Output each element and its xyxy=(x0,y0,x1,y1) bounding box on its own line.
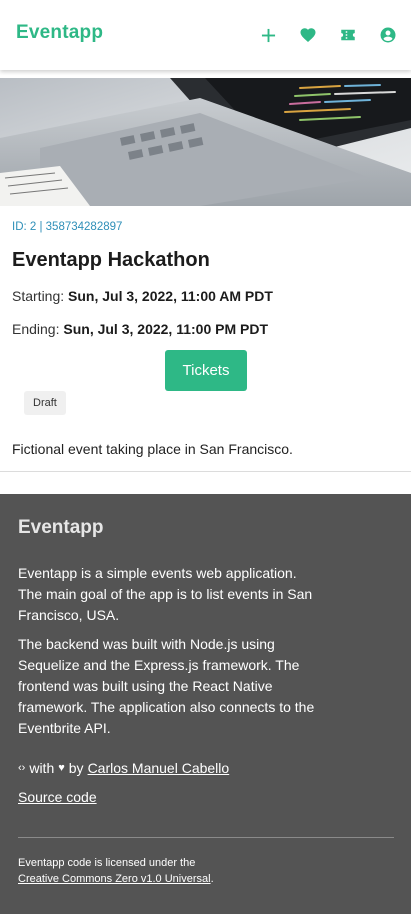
start-value: Sun, Jul 3, 2022, 11:00 AM PDT xyxy=(68,288,273,304)
heart-small-icon: ♥ xyxy=(58,762,65,774)
footer-credit: ‹› with ♥ by Carlos Manuel Cabello xyxy=(18,760,229,776)
event-meta: ID: 2 | 358734282897 xyxy=(12,221,123,233)
heart-icon[interactable] xyxy=(297,24,319,46)
account-icon[interactable] xyxy=(377,24,399,46)
credit-by: by xyxy=(68,760,84,776)
code-icon: ‹› xyxy=(18,762,26,774)
event-start: Starting: Sun, Jul 3, 2022, 11:00 AM PDT xyxy=(12,288,273,304)
event-card: ID: 2 | 358734282897 Eventapp Hackathon … xyxy=(0,206,411,472)
end-value: Sun, Jul 3, 2022, 11:00 PM PDT xyxy=(63,321,269,337)
footer-brand: Eventapp xyxy=(18,517,104,538)
event-title: Eventapp Hackathon xyxy=(12,249,210,271)
license-notice: Eventapp code is licensed under the Crea… xyxy=(18,855,214,887)
license-link[interactable]: Creative Commons Zero v1.0 Universal xyxy=(18,873,211,885)
event-image xyxy=(0,78,411,206)
footer: Eventapp Eventapp is a simple events web… xyxy=(0,494,411,914)
end-label: Ending: xyxy=(12,321,60,337)
tickets-button[interactable]: Tickets xyxy=(165,350,247,391)
source-code: Source code xyxy=(18,789,97,805)
app-brand[interactable]: Eventapp xyxy=(16,22,103,44)
source-code-link[interactable]: Source code xyxy=(18,789,97,805)
add-icon[interactable] xyxy=(257,24,279,46)
ticket-icon[interactable] xyxy=(337,24,359,46)
author-link[interactable]: Carlos Manuel Cabello xyxy=(88,760,230,776)
app-header: Eventapp xyxy=(0,0,411,70)
footer-tech: The backend was built with Node.js using… xyxy=(18,636,315,736)
event-description: Fictional event taking place in San Fran… xyxy=(12,441,293,457)
footer-divider xyxy=(18,837,394,838)
license-text: Eventapp code is licensed under the xyxy=(18,857,196,869)
event-end: Ending: Sun, Jul 3, 2022, 11:00 PM PDT xyxy=(12,321,268,337)
status-badge: Draft xyxy=(24,391,66,415)
license-period: . xyxy=(210,873,214,885)
start-label: Starting: xyxy=(12,288,65,304)
laptop-photo xyxy=(0,78,411,206)
footer-about: Eventapp is a simple events web applicat… xyxy=(18,565,313,623)
credit-with: with xyxy=(29,760,55,776)
card-divider xyxy=(0,471,411,472)
